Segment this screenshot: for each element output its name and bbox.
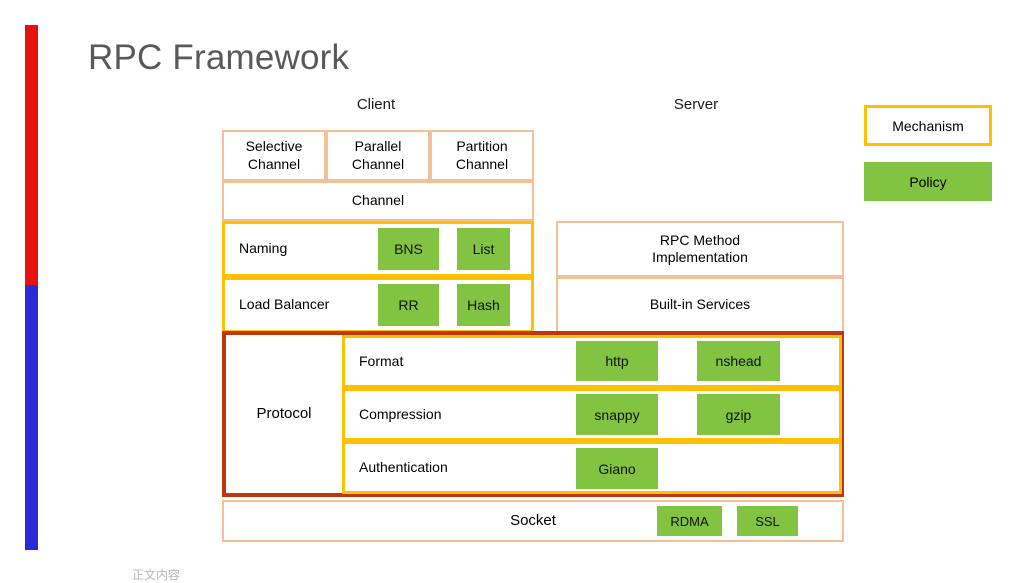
server-column-heading: Server — [673, 96, 719, 113]
chip-list[interactable]: List — [457, 228, 510, 270]
channel-row-label: Channel — [351, 192, 405, 209]
selective-channel-box[interactable]: Selective Channel — [222, 130, 326, 181]
slide-accent-bar — [25, 25, 38, 550]
chip-snappy[interactable]: snappy — [576, 394, 658, 435]
page-title: RPC Framework — [88, 38, 350, 77]
protocol-authentication-label: Authentication — [359, 458, 448, 475]
channel-row-box[interactable]: Channel — [222, 181, 534, 221]
chip-rdma-label: RDMA — [670, 513, 709, 529]
protocol-format-label: Format — [359, 352, 404, 369]
partition-channel-box[interactable]: Partition Channel — [430, 130, 534, 181]
rpc-method-implementation-label: RPC Method Implementation — [652, 231, 748, 265]
chip-giano[interactable]: Giano — [576, 448, 658, 489]
chip-bns-label: BNS — [394, 241, 423, 257]
chip-http-label: http — [605, 353, 629, 369]
parallel-channel-label: Parallel Channel — [351, 138, 405, 172]
chip-bns[interactable]: BNS — [378, 228, 439, 270]
selective-channel-label: Selective Channel — [245, 138, 303, 172]
naming-label: Naming — [239, 240, 288, 257]
built-in-services-label: Built-in Services — [649, 296, 751, 313]
protocol-label-cell: Protocol — [226, 335, 342, 493]
socket-label: Socket — [510, 511, 556, 529]
chip-hash[interactable]: Hash — [457, 284, 510, 326]
chip-hash-label: Hash — [467, 297, 500, 313]
chip-ssl[interactable]: SSL — [737, 506, 798, 536]
chip-nshead[interactable]: nshead — [697, 341, 780, 381]
built-in-services-box[interactable]: Built-in Services — [556, 277, 844, 333]
chip-http[interactable]: http — [576, 341, 658, 381]
parallel-channel-box[interactable]: Parallel Channel — [326, 130, 430, 181]
protocol-label: Protocol — [256, 404, 312, 422]
accent-bar-red-segment — [25, 25, 38, 285]
chip-nshead-label: nshead — [715, 353, 762, 369]
chip-gzip[interactable]: gzip — [697, 394, 780, 435]
chip-giano-label: Giano — [598, 460, 636, 477]
chip-ssl-label: SSL — [755, 513, 780, 529]
chip-rdma[interactable]: RDMA — [657, 506, 722, 536]
chip-rr[interactable]: RR — [378, 284, 439, 326]
accent-bar-blue-segment — [25, 285, 38, 550]
partition-channel-label: Partition Channel — [455, 138, 509, 172]
chip-rr-label: RR — [398, 297, 419, 313]
legend-policy-box: Policy — [864, 162, 992, 201]
rpc-method-implementation-box[interactable]: RPC Method Implementation — [556, 221, 844, 277]
chip-gzip-label: gzip — [725, 406, 752, 423]
chip-snappy-label: snappy — [594, 406, 640, 423]
load-balancer-label: Load Balancer — [239, 296, 330, 313]
legend-policy-label: Policy — [909, 173, 947, 190]
chip-list-label: List — [472, 241, 495, 257]
footer-note: 正文内容 — [132, 568, 181, 582]
client-column-heading: Client — [356, 96, 396, 113]
legend-mechanism-box: Mechanism — [864, 105, 992, 146]
protocol-compression-label: Compression — [359, 405, 442, 422]
legend-mechanism-label: Mechanism — [892, 117, 964, 134]
